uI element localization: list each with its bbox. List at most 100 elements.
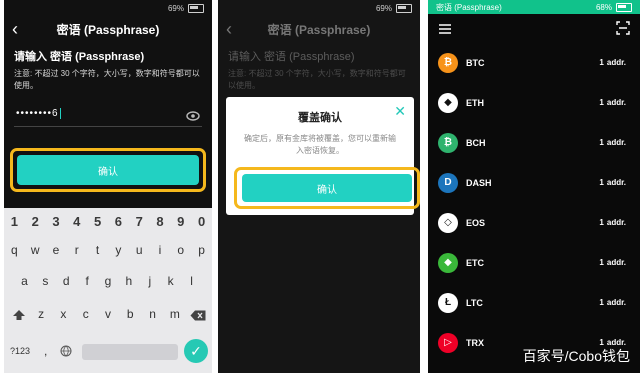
eye-icon[interactable] [186,108,200,126]
coin-row-etc[interactable]: ◆ ETC 1 addr. [428,244,640,284]
letter-key-w[interactable]: w [25,243,46,257]
coin-symbol: EOS [466,218,486,228]
address-count-value: 1 [599,98,604,107]
letter-key-i[interactable]: i [150,243,171,257]
passphrase-note: 注意: 不超过 30 个字符，大小写，数字和符号都可以使用。 [14,69,200,90]
passphrase-heading: 请输入 密语 (Passphrase) [228,51,355,63]
coin-symbol: BCH [466,138,486,148]
letter-key-n[interactable]: n [141,307,163,321]
battery-percent: 68% [595,2,612,12]
letter-key-m[interactable]: m [164,307,186,321]
letter-key-e[interactable]: e [46,243,67,257]
address-count: 1 addr. [599,258,626,267]
letter-key-b[interactable]: b [119,307,141,321]
passphrase-value: ••••••••6 [16,108,59,120]
address-count: 1 addr. [599,298,626,307]
address-count: 1 addr. [599,218,626,227]
coin-symbol: DASH [466,178,492,188]
letter-key-x[interactable]: x [52,307,74,321]
number-key-2[interactable]: 2 [25,214,46,229]
address-count: 1 addr. [599,178,626,187]
comma-key[interactable]: , [44,344,47,358]
scan-icon[interactable] [616,21,630,40]
coin-symbol: ETC [466,258,484,268]
letter-key-j[interactable]: j [139,274,160,288]
letter-key-p[interactable]: p [191,243,212,257]
menu-icon[interactable] [438,22,452,40]
coin-row-bch[interactable]: ₿ BCH 1 addr. [428,124,640,164]
coin-row-eos[interactable]: ◇ EOS 1 addr. [428,204,640,244]
address-count-value: 1 [599,258,604,267]
coin-row-ltc[interactable]: Ł LTC 1 addr. [428,284,640,324]
coin-row-dash[interactable]: D DASH 1 addr. [428,164,640,204]
address-count: 1 addr. [599,58,626,67]
overwrite-dialog: 覆盖确认 ✕ 确定后，原有金库将被覆盖，您可以重新输入密语恢复。 确认 [226,97,420,215]
letter-key-g[interactable]: g [98,274,119,288]
space-key[interactable] [82,344,178,360]
coin-symbol: BTC [466,58,485,68]
letter-key-v[interactable]: v [97,307,119,321]
dialog-confirm-button[interactable]: 确认 [242,174,412,202]
letter-key-z[interactable]: z [30,307,52,321]
back-arrow-icon[interactable]: ‹ [12,16,18,42]
address-count: 1 addr. [599,138,626,147]
address-count-unit: addr. [606,138,626,147]
globe-icon[interactable] [60,345,72,360]
address-count-value: 1 [599,138,604,147]
battery-icon [616,2,632,12]
letter-key-a[interactable]: a [14,274,35,288]
letter-key-h[interactable]: h [118,274,139,288]
number-key-1[interactable]: 1 [4,214,25,229]
close-icon[interactable]: ✕ [394,103,406,120]
number-key-4[interactable]: 4 [66,214,87,229]
battery-percent: 69% [375,3,392,13]
battery-icon [188,3,204,13]
status-bar: 69% [218,0,420,16]
confirm-button[interactable]: 确认 [17,155,199,185]
letter-key-l[interactable]: l [181,274,202,288]
letter-key-q[interactable]: q [4,243,25,257]
dialog-title: 覆盖确认 [298,112,342,124]
coin-row-eth[interactable]: ◆ ETH 1 addr. [428,84,640,124]
letter-key-d[interactable]: d [56,274,77,288]
letter-key-y[interactable]: y [108,243,129,257]
letter-key-t[interactable]: t [87,243,108,257]
title-bar: ‹ 密语 (Passphrase) [4,16,212,42]
back-arrow-icon[interactable]: ‹ [226,16,232,42]
page-title: 密语 (Passphrase) [56,22,160,37]
passphrase-field[interactable]: ••••••••6 [14,104,202,127]
battery-icon [396,3,412,13]
letter-key-u[interactable]: u [129,243,150,257]
number-key-0[interactable]: 0 [191,214,212,229]
done-check-icon[interactable]: ✓ [184,339,208,363]
etc-coin-icon: ◆ [438,253,458,273]
letter-key-r[interactable]: r [66,243,87,257]
number-key-3[interactable]: 3 [46,214,67,229]
passphrase-note: 注意: 不超过 30 个字符，大小写，数字和符号都可以使用。 [228,69,406,90]
number-key-8[interactable]: 8 [150,214,171,229]
status-title: 密语 (Passphrase) [436,2,502,12]
letter-key-s[interactable]: s [35,274,56,288]
dialog-message: 确定后，原有金库将被覆盖，您可以重新输入密语恢复。 [244,134,396,155]
bch-coin-icon: ₿ [438,133,458,153]
dash-coin-icon: D [438,173,458,193]
number-key-7[interactable]: 7 [129,214,150,229]
title-bar: ‹ 密语 (Passphrase) [218,16,420,42]
number-key-6[interactable]: 6 [108,214,129,229]
symbols-key[interactable]: ?123 [10,346,30,356]
letter-key-k[interactable]: k [160,274,181,288]
address-count-unit: addr. [606,258,626,267]
confirm-highlight: 确认 [234,167,420,209]
number-key-5[interactable]: 5 [87,214,108,229]
shift-key-icon[interactable] [12,309,26,324]
confirm-highlight: 确认 [10,148,206,192]
passphrase-heading: 请输入 密语 (Passphrase) [14,51,145,63]
backspace-key-icon[interactable] [190,310,206,324]
coin-row-btc[interactable]: ₿ BTC 1 addr. [428,44,640,84]
address-count-unit: addr. [606,178,626,187]
letter-key-f[interactable]: f [77,274,98,288]
number-key-9[interactable]: 9 [170,214,191,229]
letter-key-c[interactable]: c [75,307,97,321]
status-bar: 69% [4,0,212,16]
letter-key-o[interactable]: o [170,243,191,257]
